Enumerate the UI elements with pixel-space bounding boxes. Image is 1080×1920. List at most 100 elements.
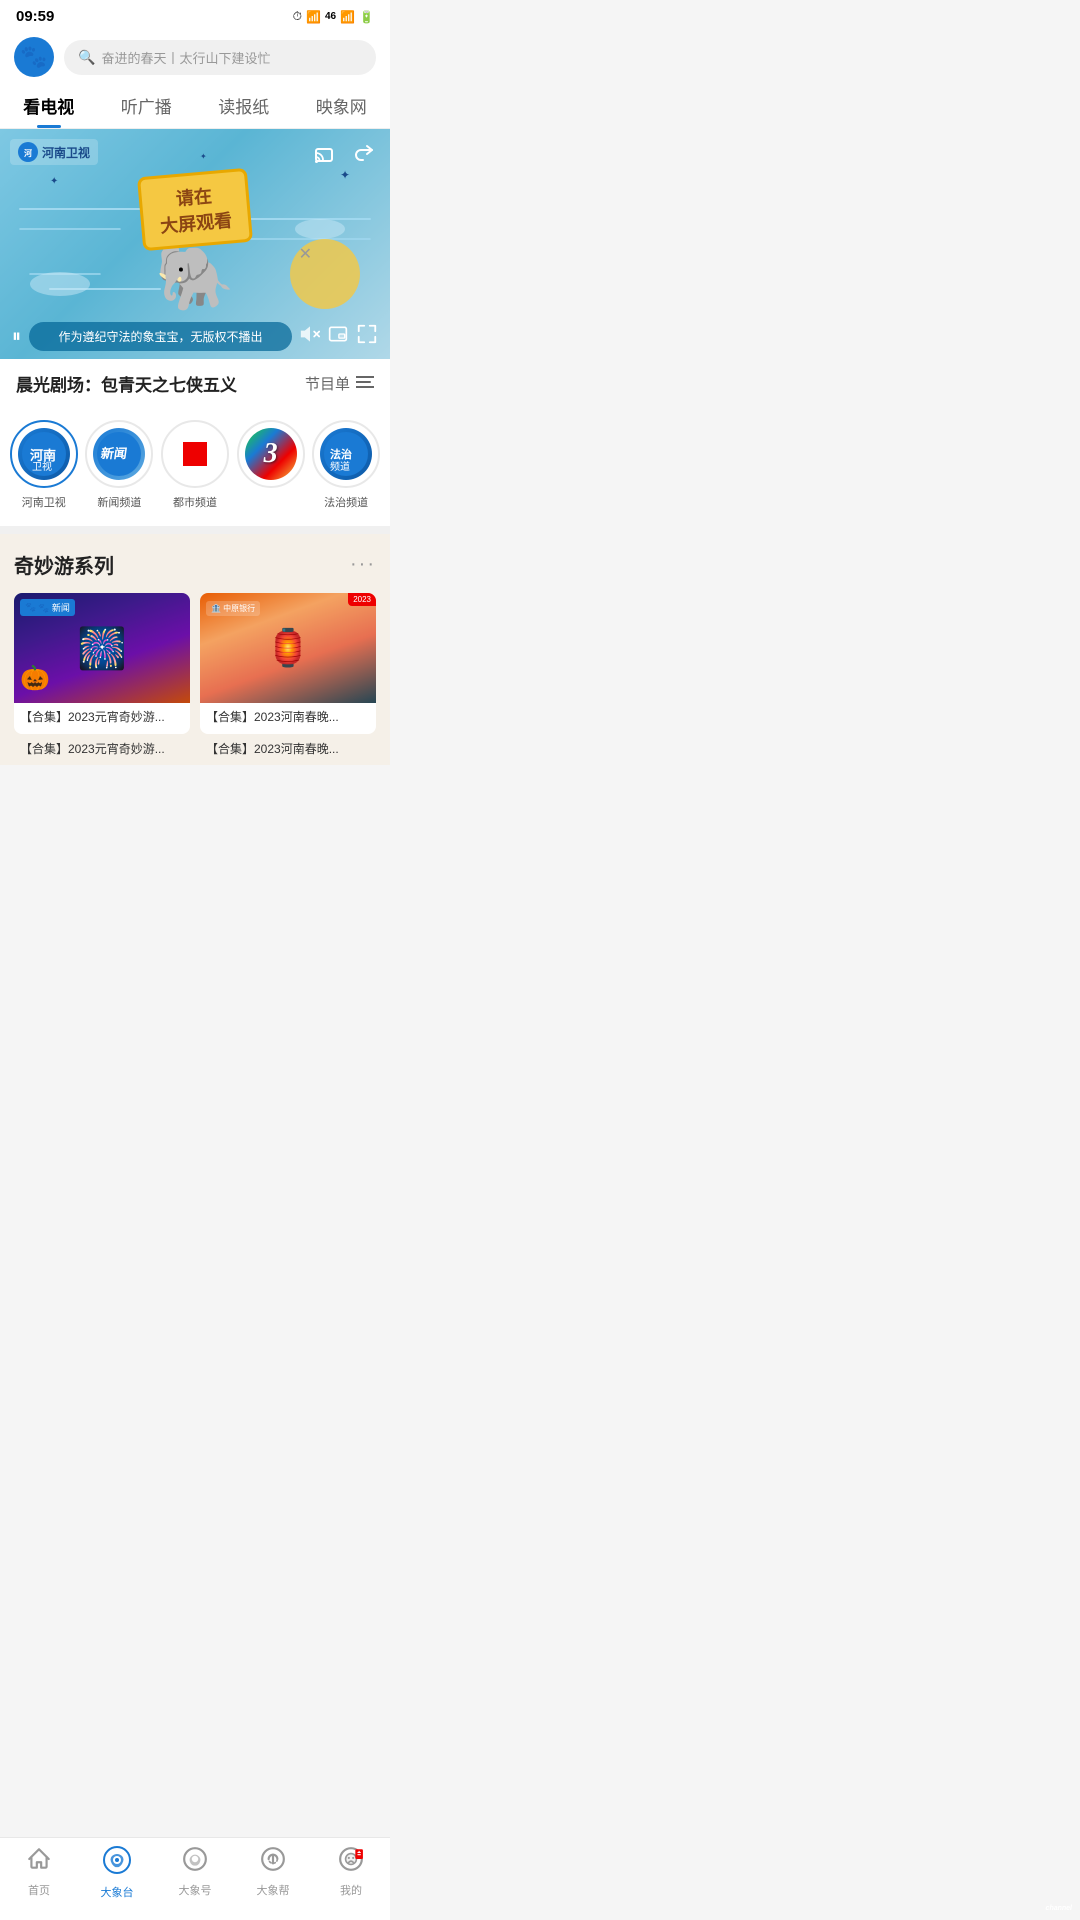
search-placeholder-text: 奋进的春天丨太行山下建设忙 (101, 48, 270, 67)
dushi-logo (169, 428, 221, 480)
nav-daxianghao[interactable]: 大象号 (156, 1846, 234, 1900)
card-sub-title-2: 【合集】2023河南春晚... (200, 736, 376, 761)
search-bar[interactable]: 🔍 奋进的春天丨太行山下建设忙 (64, 40, 376, 75)
svg-text:河: 河 (24, 148, 32, 158)
cast-button[interactable] (312, 139, 340, 167)
video-card-1[interactable]: 🎆 🎃 🐾 🐾 新闻 【合集】2023元宵奇妙游... (14, 593, 190, 734)
nav-daxiangbang-label: 大象帮 (257, 1882, 290, 1898)
tab-radio[interactable]: 听广播 (98, 87, 196, 128)
svg-text:✦: ✦ (200, 152, 207, 161)
daxianghao-icon-svg (182, 1846, 208, 1872)
henan-tv-logo: 河南 卫视 (22, 432, 66, 476)
cast-icon-svg (314, 141, 338, 165)
channel-label-fazhi: 法治频道 (324, 494, 368, 510)
header: 🐾 🔍 奋进的春天丨太行山下建设忙 (0, 29, 390, 77)
nav-tabs: 看电视 听广播 读报纸 映象网 (0, 77, 390, 129)
battery-icon: 🔋 (359, 10, 374, 24)
news-logo: 新闻 (93, 428, 145, 480)
ch3-logo: 3 channel (245, 428, 297, 480)
status-icons: ⏱ 📶 46 📶 🔋 (293, 9, 374, 24)
video-card-title-2: 【合集】2023河南春晚... (200, 703, 376, 734)
video-thumb-1: 🎆 🎃 🐾 🐾 新闻 (14, 593, 190, 703)
mine-icon (338, 1846, 364, 1879)
video-player[interactable]: ✦ ✦ ✦ 河 河南卫视 (0, 129, 390, 359)
channel-label-henan: 河南卫视 (22, 494, 66, 510)
app-logo[interactable]: 🐾 (14, 37, 54, 77)
video-card-2[interactable]: 🏮 🏦 中原银行 2023 【合集】2023河南春晚... (200, 593, 376, 734)
svg-text:河南: 河南 (30, 448, 56, 463)
section-more-button[interactable]: ··· (350, 553, 376, 576)
svg-text:新闻: 新闻 (100, 446, 128, 461)
bottom-nav: 首页 大象台 大象号 (0, 1837, 390, 1920)
paw-icon: 🐾 (20, 44, 47, 70)
list-lines-icon (356, 375, 374, 389)
svg-text:✦: ✦ (340, 168, 350, 182)
status-bar: 09:59 ⏱ 📶 46 📶 🔋 (0, 0, 390, 29)
nav-home[interactable]: 首页 (0, 1846, 78, 1900)
page-bottom-spacer (0, 765, 390, 845)
henan-logo: 河南 卫视 (18, 428, 70, 480)
pip-button[interactable] (328, 324, 348, 349)
program-title: 晨光剧场：包青天之七侠五义 (16, 371, 237, 396)
svg-text:法治: 法治 (330, 447, 352, 461)
channel-label-news: 新闻频道 (97, 494, 141, 510)
svg-text:✦: ✦ (50, 176, 58, 187)
close-button[interactable]: ✕ (299, 244, 312, 264)
home-icon (26, 1846, 52, 1879)
search-icon: 🔍 (78, 49, 95, 66)
nav-daxiangbang[interactable]: 大象帮 (234, 1846, 312, 1900)
share-icon-svg (352, 141, 376, 165)
home-icon-svg (26, 1846, 52, 1872)
channel-fazhi[interactable]: 法治 频道 法治频道 (312, 420, 380, 510)
badge-text-1: 🐾 新闻 (38, 601, 70, 614)
nav-mine[interactable]: 我的 (312, 1846, 390, 1900)
firework-emoji: 🎆 (77, 625, 127, 672)
channel-dushi[interactable]: 都市频道 (161, 420, 229, 510)
channel-circle-fazhi: 法治 频道 (312, 420, 380, 488)
status-time: 09:59 (16, 8, 54, 25)
daxiangtai-icon-svg (103, 1846, 131, 1874)
mute-icon-svg (300, 324, 320, 344)
fullscreen-button[interactable] (356, 323, 378, 351)
nav-daxiangtai-label: 大象台 (101, 1884, 134, 1900)
sign-box: 请在大屏观看 (137, 168, 253, 251)
signal-4g-icon: 46 (325, 11, 336, 22)
fazhi-channel-logo: 法治 频道 (324, 432, 368, 476)
section-title: 奇妙游系列 (14, 550, 114, 579)
dushi-red-square (183, 442, 207, 466)
tab-newspaper[interactable]: 读报纸 (195, 87, 293, 128)
henan-logo-svg: 河 (20, 144, 36, 160)
signal-bars-icon: 📶 (340, 10, 355, 24)
channel-logo-overlay: 河 河南卫视 (10, 139, 98, 165)
daxiangtai-icon (103, 1846, 131, 1881)
list-icon (356, 375, 374, 393)
mine-icon-svg (338, 1846, 364, 1872)
program-info: 晨光剧场：包青天之七侠五义 节目单 (0, 359, 390, 408)
daxiangbang-icon-svg (260, 1846, 286, 1872)
channel-circle-henan: 河南 卫视 (10, 420, 78, 488)
fullscreen-icon-svg (356, 323, 378, 345)
card-sub-title-1: 【合集】2023元宵奇妙游... (14, 736, 190, 761)
channel-ch3[interactable]: 3 channel ch3 (237, 420, 305, 510)
tab-tv[interactable]: 看电视 (0, 87, 98, 128)
fazhi-logo: 法治 频道 (320, 428, 372, 480)
nav-daxianghao-label: 大象号 (179, 1882, 212, 1898)
section-header: 奇妙游系列 ··· (14, 550, 376, 579)
share-button[interactable] (350, 139, 378, 167)
program-list-button[interactable]: 节目单 (305, 373, 374, 394)
channel-henan[interactable]: 河南 卫视 河南卫视 (10, 420, 78, 510)
channel-name-text: 河南卫视 (42, 144, 90, 161)
pause-button[interactable]: ⏸ (12, 326, 21, 347)
nav-daxiangtai[interactable]: 大象台 (78, 1846, 156, 1900)
subtitle-text: 作为遵纪守法的象宝宝，无版权不播出 (29, 322, 292, 351)
nav-mine-label: 我的 (340, 1882, 362, 1898)
channel-list: 河南 卫视 河南卫视 新闻 新闻频道 都市频道 (0, 408, 390, 534)
thumb-festival-bg: 🏮 🏦 中原银行 2023 (200, 593, 376, 703)
thumb-badge-1: 🐾 🐾 新闻 (20, 599, 75, 616)
channel-label-dushi: 都市频道 (173, 494, 217, 510)
tab-yingxiang[interactable]: 映象网 (293, 87, 391, 128)
mute-button[interactable] (300, 324, 320, 349)
video-background: ✦ ✦ ✦ 河 河南卫视 (0, 129, 390, 359)
elephant-illustration: 请在大屏观看 🐘 (140, 173, 250, 316)
channel-news[interactable]: 新闻 新闻频道 (85, 420, 153, 510)
